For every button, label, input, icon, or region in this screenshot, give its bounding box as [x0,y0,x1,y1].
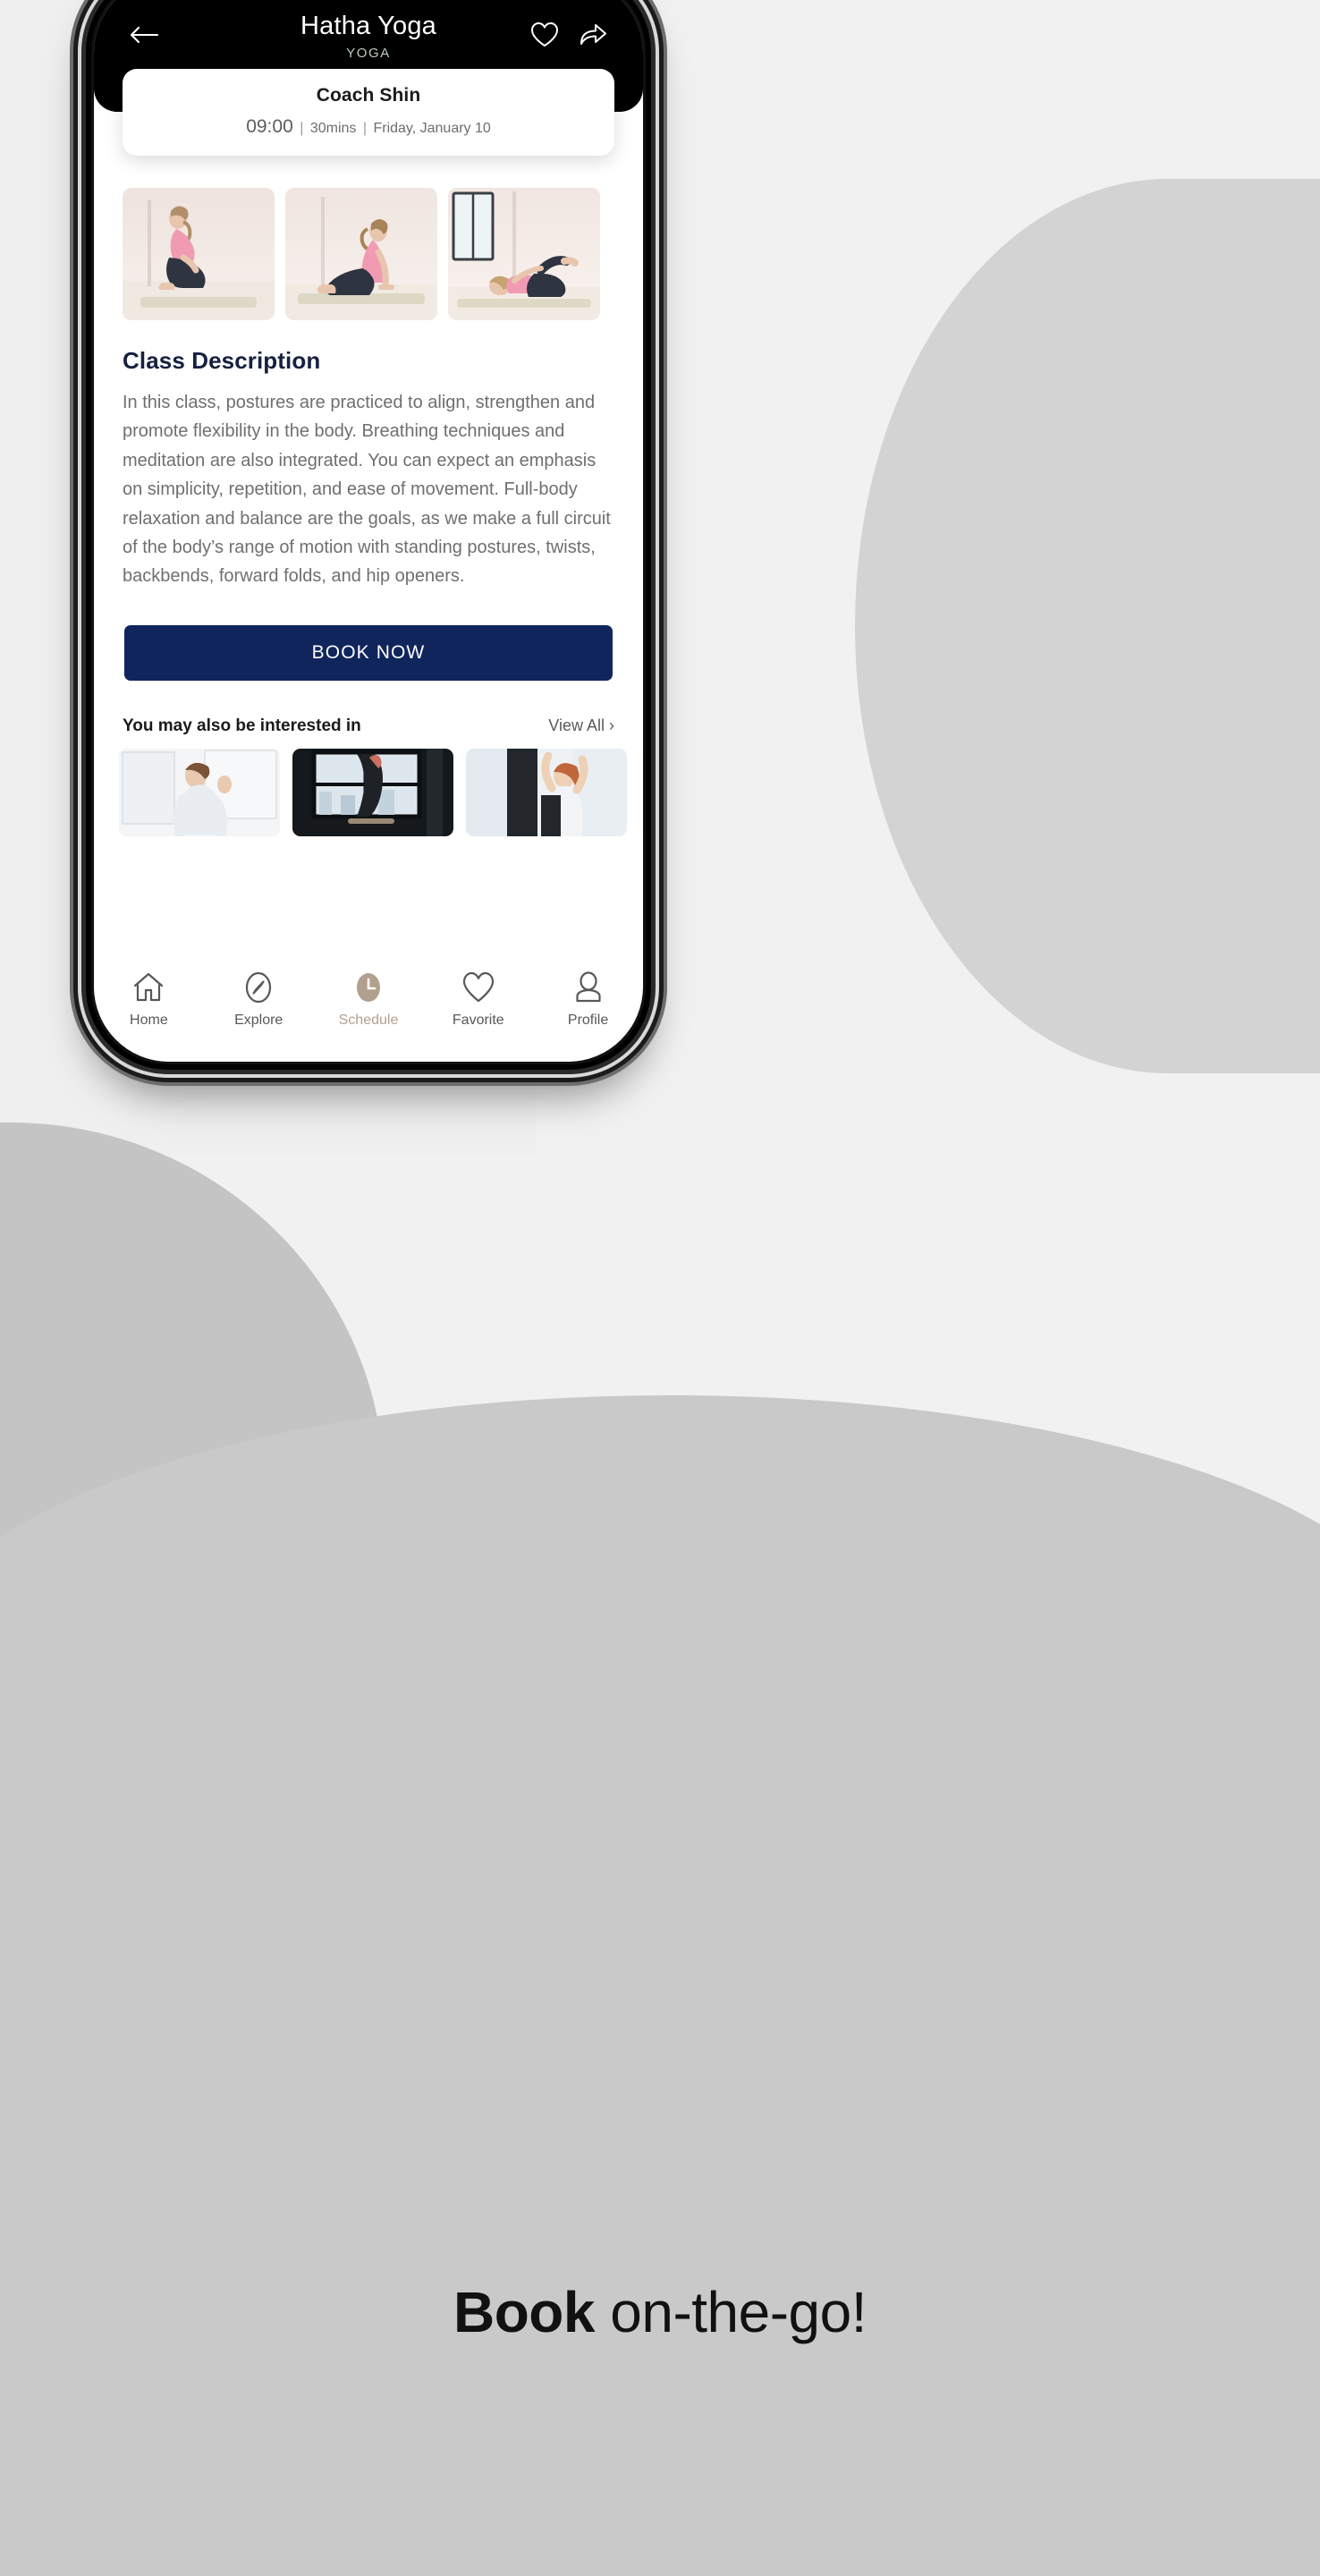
class-thumb-arms-overhead-image [466,748,627,836]
clock-icon [356,973,380,1002]
phone-screen: Hatha Yoga YOGA Coach Shin 09:00 | 30min… [94,0,643,1062]
gallery-photo-1[interactable] [123,188,275,320]
share-button[interactable] [573,15,613,55]
tab-schedule[interactable]: Schedule [314,969,424,1029]
background-shape-bottom [0,1610,1320,2576]
background-shape-right-top [676,0,1320,170]
class-description-body: In this class, postures are practiced to… [123,393,611,587]
home-icon-wrap [131,969,165,1006]
tab-explore[interactable]: Explore [204,969,314,1029]
view-all-label: View All [548,716,605,734]
class-description-section: Class Description In this class, posture… [94,347,643,591]
tab-home[interactable]: Home [94,969,204,1029]
photo-gallery[interactable] [94,156,643,320]
related-classes-strip[interactable] [94,736,643,836]
tab-label-favorite: Favorite [452,1013,504,1028]
arrow-left-icon [130,26,159,44]
book-now-button[interactable]: BOOK NOW [124,624,613,681]
header-left [124,15,164,55]
phone-mockup: Hatha Yoga YOGA Coach Shin 09:00 | 30min… [86,0,651,1070]
promo-tagline: Book on-the-go! [0,2279,1320,2345]
back-button[interactable] [124,15,164,55]
class-duration: 30mins [309,121,357,136]
compass-icon [246,971,272,1004]
class-meta: 09:00 | 30mins | Friday, January 10 [140,116,597,138]
clock-icon-wrap [351,969,386,1006]
favorite-button[interactable] [525,15,564,55]
gallery-photo-3[interactable] [448,188,600,320]
tab-label-schedule: Schedule [338,1013,399,1028]
meta-separator-2: | [362,121,368,136]
bottom-tab-bar: Home Explore Schedule Favorite Profile [94,956,643,1062]
home-icon [134,972,164,1002]
promo-page: Hatha Yoga YOGA Coach Shin 09:00 | 30min… [0,0,1320,2576]
yoga-pose-cobra-image [285,188,437,320]
class-description-title: Class Description [123,347,321,374]
tab-label-home: Home [130,1013,168,1028]
tagline-rest: on-the-go! [594,2280,867,2344]
class-time: 09:00 [246,116,293,137]
class-date: Friday, January 10 [373,121,491,136]
heart-outline-icon [531,22,558,47]
background-shape-left [0,1123,385,1856]
related-title: You may also be interested in [123,716,361,735]
yoga-pose-supine-knee-hug-image [448,188,600,320]
header-actions [525,15,613,55]
tab-label-explore: Explore [234,1013,283,1028]
background-shape-right [855,179,1320,1073]
background-shape-bottom-curve [0,1395,1320,1664]
person-icon [575,971,601,1003]
yoga-pose-kneeling-backbend-image [123,188,275,320]
tab-favorite[interactable]: Favorite [423,969,533,1029]
related-card-2[interactable] [292,748,453,836]
related-card-3[interactable] [466,748,627,836]
tab-label-profile: Profile [567,1013,609,1028]
view-all-link[interactable]: View All › [548,716,614,735]
related-header: You may also be interested in View All › [94,681,643,736]
tab-profile[interactable]: Profile [533,969,643,1029]
compass-icon-wrap [241,969,275,1006]
meta-separator-1: | [300,121,304,136]
heart-icon [462,971,494,1003]
gallery-photo-2[interactable] [285,188,437,320]
heart-icon-wrap [461,969,496,1006]
person-icon-wrap [571,969,605,1006]
chevron-right-icon: › [609,716,614,734]
coach-name: Coach Shin [316,85,421,106]
class-thumb-studio-barre-image [292,748,453,836]
share-arrow-icon [580,24,606,45]
class-thumb-partner-stretch-image [119,748,280,836]
tagline-bold: Book [453,2280,596,2344]
book-now-wrap: BOOK NOW [94,591,643,681]
related-card-1[interactable] [119,748,280,836]
coach-card[interactable]: Coach Shin 09:00 | 30mins | Friday, Janu… [123,69,614,156]
